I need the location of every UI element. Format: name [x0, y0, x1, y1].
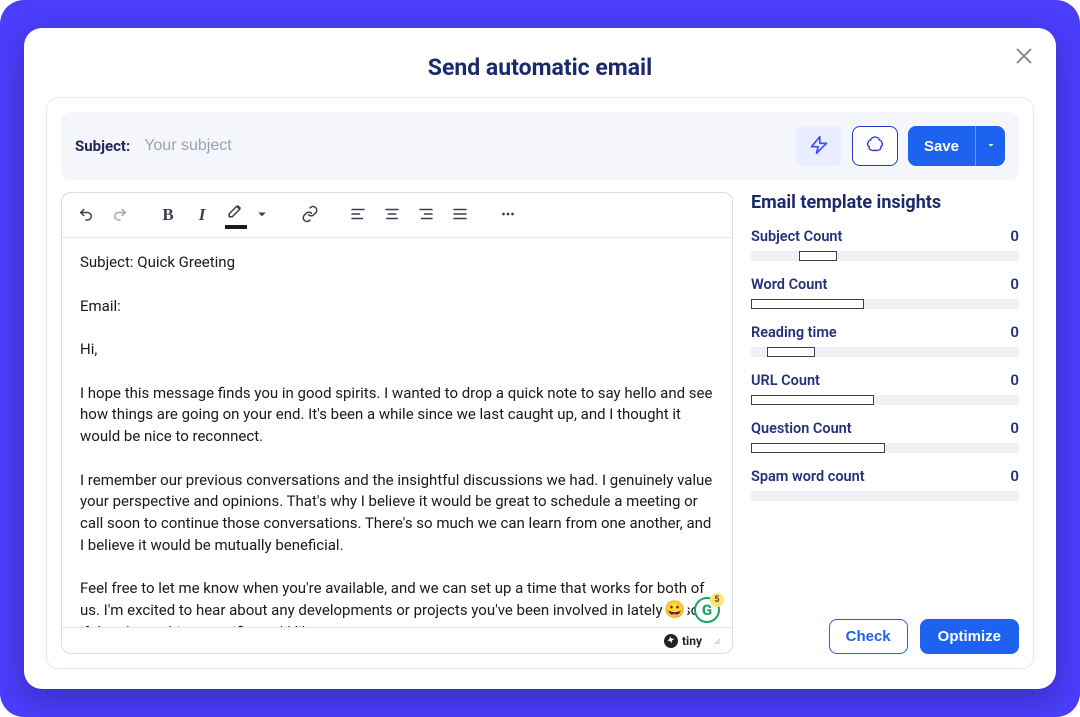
save-button[interactable]: Save	[908, 126, 975, 166]
modal-title: Send automatic email	[46, 54, 1034, 81]
bolt-icon	[809, 135, 829, 158]
check-button[interactable]: Check	[829, 619, 908, 654]
save-dropdown-button[interactable]	[975, 126, 1005, 166]
align-left-icon	[349, 205, 367, 226]
close-button[interactable]	[1010, 42, 1038, 70]
metric-label: URL Count	[751, 372, 820, 389]
align-justify-button[interactable]	[446, 201, 474, 229]
text-color-dropdown[interactable]	[248, 201, 276, 229]
metric: Question Count 0	[751, 419, 1019, 453]
resize-icon	[710, 631, 722, 650]
text-color-button[interactable]	[222, 201, 250, 229]
metric: Word Count 0	[751, 275, 1019, 309]
tiny-label: tiny	[682, 634, 702, 648]
metric-bar-segment	[751, 299, 864, 309]
metric-label: Reading time	[751, 324, 837, 341]
metric-value: 0	[1010, 323, 1019, 341]
align-center-icon	[383, 205, 401, 226]
body-row: B I	[61, 192, 1019, 654]
more-icon	[499, 205, 517, 226]
more-button[interactable]	[494, 201, 522, 229]
ai-button[interactable]	[852, 126, 898, 166]
editor-body[interactable]: Subject: Quick Greeting Email: Hi, I hop…	[62, 238, 732, 627]
metric: Subject Count 0	[751, 227, 1019, 261]
editor-toolbar: B I	[62, 193, 732, 238]
link-icon	[301, 205, 319, 226]
metric: URL Count 0	[751, 371, 1019, 405]
subject-input[interactable]	[144, 137, 782, 155]
tiny-logo-icon: ✦	[663, 632, 680, 649]
color-swatch	[225, 225, 247, 229]
modal-content: Subject: Save	[46, 97, 1034, 669]
metric: Reading time 0	[751, 323, 1019, 357]
metric-label: Question Count	[751, 420, 852, 437]
editor: B I	[61, 192, 733, 654]
subject-actions: Save	[796, 126, 1005, 166]
metric-bar-segment	[799, 251, 837, 261]
metric-value: 0	[1010, 419, 1019, 437]
redo-icon	[111, 205, 129, 226]
grammarly-badge[interactable]: G 5	[694, 597, 720, 623]
metric-bar-segment	[767, 347, 815, 357]
insight-actions: Check Optimize	[751, 609, 1019, 654]
chevron-down-icon	[253, 205, 271, 226]
undo-icon	[77, 205, 95, 226]
metric-bar	[751, 491, 1019, 501]
metric-bar	[751, 347, 1019, 357]
editor-footer: ✦ tiny	[62, 627, 732, 653]
emoji-icon[interactable]: 😀	[662, 597, 688, 623]
email-modal: Send automatic email Subject:	[24, 28, 1056, 689]
bolt-button[interactable]	[796, 126, 842, 166]
align-right-icon	[417, 205, 435, 226]
metric-bar-segment	[751, 443, 885, 453]
resize-handle[interactable]	[710, 631, 722, 650]
metric-value: 0	[1010, 275, 1019, 293]
metrics-list: Subject Count0Word Count0Reading time0UR…	[751, 227, 1019, 515]
metric-bar-segment	[751, 395, 874, 405]
metric-bar	[751, 299, 1019, 309]
align-justify-icon	[451, 205, 469, 226]
metric-value: 0	[1010, 467, 1019, 485]
align-center-button[interactable]	[378, 201, 406, 229]
align-right-button[interactable]	[412, 201, 440, 229]
save-group: Save	[908, 126, 1005, 166]
tiny-badge: ✦ tiny	[664, 634, 702, 648]
italic-button[interactable]: I	[188, 201, 216, 229]
app-frame: Send automatic email Subject:	[0, 0, 1080, 717]
subject-label: Subject:	[75, 137, 130, 155]
insights-panel: Email template insights Subject Count0Wo…	[751, 192, 1019, 654]
ai-icon	[865, 135, 885, 158]
metric-bar	[751, 443, 1019, 453]
metric-bar	[751, 395, 1019, 405]
insights-title: Email template insights	[751, 192, 1019, 213]
editor-floating-badges: 😀 G 5	[662, 597, 720, 623]
redo-button[interactable]	[106, 201, 134, 229]
metric-value: 0	[1010, 371, 1019, 389]
metric-bar	[751, 251, 1019, 261]
metric-label: Subject Count	[751, 228, 842, 245]
metric-label: Word Count	[751, 276, 827, 293]
metric-value: 0	[1010, 227, 1019, 245]
bold-button[interactable]: B	[154, 201, 182, 229]
subject-bar: Subject: Save	[61, 112, 1019, 180]
link-button[interactable]	[296, 201, 324, 229]
optimize-button[interactable]: Optimize	[920, 619, 1019, 654]
align-left-button[interactable]	[344, 201, 372, 229]
metric-label: Spam word count	[751, 468, 865, 485]
undo-button[interactable]	[72, 201, 100, 229]
metric: Spam word count 0	[751, 467, 1019, 501]
grammarly-count: 5	[710, 593, 724, 607]
chevron-down-icon	[985, 139, 997, 154]
pencil-icon	[227, 201, 245, 222]
